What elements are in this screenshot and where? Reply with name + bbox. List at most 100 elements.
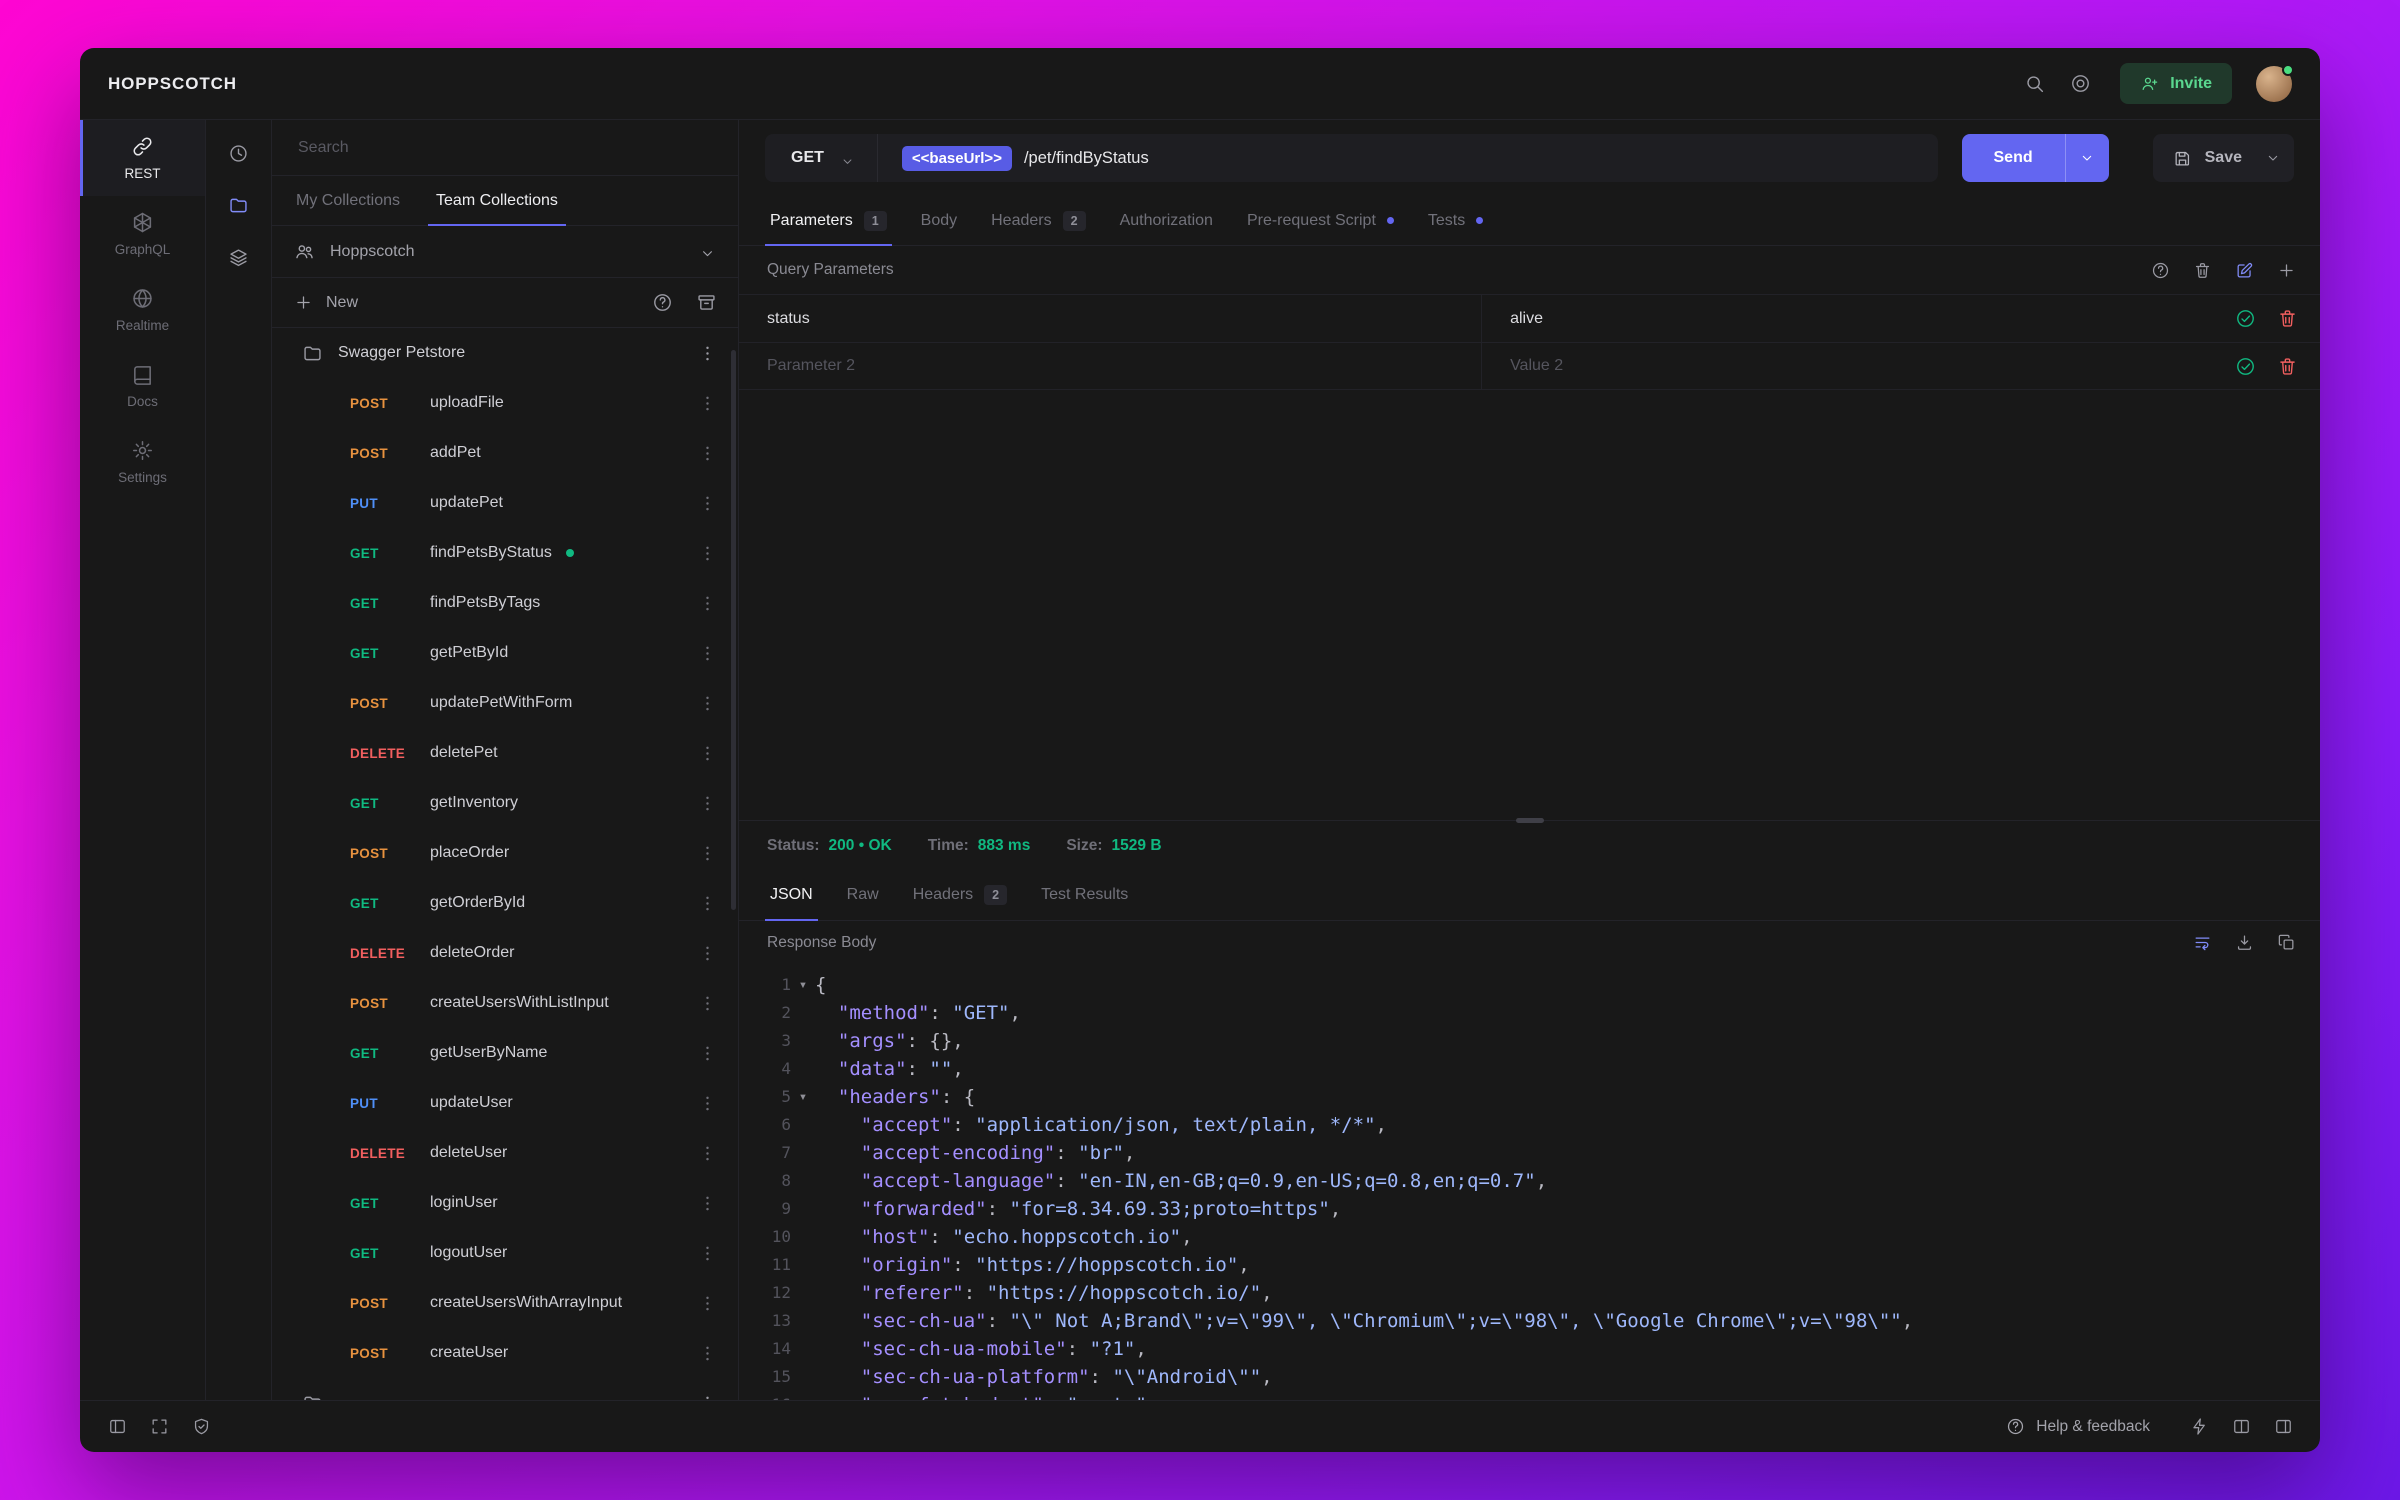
pane-resize-handle[interactable] <box>1515 817 1544 823</box>
item-options-button[interactable] <box>690 536 724 570</box>
collection-folder[interactable] <box>272 1378 738 1400</box>
item-options-button[interactable] <box>690 836 724 870</box>
item-options-button[interactable] <box>690 386 724 420</box>
help-feedback-button[interactable]: Help & feedback <box>2000 1416 2156 1437</box>
request-item[interactable]: DELETE deleteUser <box>272 1128 738 1178</box>
param-key-field[interactable]: Parameter 2 <box>739 343 1483 389</box>
download-button[interactable] <box>2226 925 2262 961</box>
collections-tab-my[interactable]: My Collections <box>278 176 418 225</box>
request-item[interactable]: GET getOrderById <box>272 878 738 928</box>
plus-button[interactable] <box>2268 252 2304 288</box>
request-item[interactable]: PUT updateUser <box>272 1078 738 1128</box>
request-item[interactable]: DELETE deleteOrder <box>272 928 738 978</box>
request-item[interactable]: POST uploadFile <box>272 378 738 428</box>
tab-body[interactable]: Body <box>904 196 974 245</box>
item-options-button[interactable] <box>690 436 724 470</box>
response-tab-test-results[interactable]: Test Results <box>1024 871 1145 920</box>
team-selector[interactable]: Hoppscotch <box>272 226 738 278</box>
support-button[interactable] <box>2060 64 2100 104</box>
save-button[interactable]: Save <box>2153 134 2252 182</box>
request-item[interactable]: POST createUsersWithArrayInput <box>272 1278 738 1328</box>
nav-item-settings[interactable]: Settings <box>80 424 205 500</box>
request-item[interactable]: PUT updatePet <box>272 478 738 528</box>
collection-folder[interactable]: Swagger Petstore <box>272 328 738 378</box>
item-options-button[interactable] <box>690 686 724 720</box>
item-options-button[interactable] <box>690 1236 724 1270</box>
invite-button[interactable]: Invite <box>2120 63 2232 104</box>
nav-item-realtime[interactable]: Realtime <box>80 272 205 348</box>
nav-item-rest[interactable]: REST <box>80 120 205 196</box>
edit-button[interactable] <box>2226 252 2262 288</box>
request-item[interactable]: DELETE deletePet <box>272 728 738 778</box>
param-delete-button[interactable] <box>2270 302 2304 336</box>
request-item[interactable]: POST createUsersWithListInput <box>272 978 738 1028</box>
method-selector[interactable]: GET <box>765 134 878 182</box>
request-item[interactable]: POST createUser <box>272 1328 738 1378</box>
collections-tab-team[interactable]: Team Collections <box>418 176 576 226</box>
item-options-button[interactable] <box>690 1386 724 1400</box>
item-options-button[interactable] <box>690 636 724 670</box>
request-item[interactable]: GET findPetsByTags <box>272 578 738 628</box>
request-item[interactable]: GET getUserByName <box>272 1028 738 1078</box>
columns-button[interactable] <box>2222 1408 2260 1446</box>
trash-button[interactable] <box>2184 252 2220 288</box>
tab-headers[interactable]: Headers 2 <box>974 196 1102 245</box>
request-item[interactable]: GET getPetById <box>272 628 738 678</box>
url-input[interactable]: <<baseUrl>> /pet/findByStatus <box>878 134 1173 182</box>
nav-item-docs[interactable]: Docs <box>80 348 205 424</box>
item-options-button[interactable] <box>690 586 724 620</box>
send-options-button[interactable] <box>2064 134 2109 182</box>
item-options-button[interactable] <box>690 886 724 920</box>
request-item[interactable]: POST updatePetWithForm <box>272 678 738 728</box>
panel-right-button[interactable] <box>2264 1408 2302 1446</box>
param-active-toggle[interactable] <box>2228 349 2262 383</box>
tab-tests[interactable]: Tests <box>1411 196 1500 245</box>
tab-parameters[interactable]: Parameters 1 <box>753 196 904 246</box>
send-button[interactable]: Send <box>1961 134 2065 182</box>
search-button[interactable] <box>2014 64 2054 104</box>
sidebar-tab-environments[interactable] <box>218 236 260 278</box>
app-logo[interactable]: HOPPSCOTCH <box>108 74 237 94</box>
param-key-field[interactable]: status <box>739 295 1483 342</box>
item-options-button[interactable] <box>690 1336 724 1370</box>
item-options-button[interactable] <box>690 1086 724 1120</box>
param-value-field[interactable]: Value 2 <box>1482 357 2228 375</box>
base-url-chip[interactable]: <<baseUrl>> <box>901 145 1012 171</box>
sidebar-tab-collections[interactable] <box>218 184 260 226</box>
sidebar-tab-history[interactable] <box>218 132 260 174</box>
shield-check-button[interactable] <box>182 1408 220 1446</box>
collections-scrollbar[interactable] <box>731 350 736 910</box>
save-options-button[interactable] <box>2252 134 2294 182</box>
response-tab-raw[interactable]: Raw <box>830 871 896 920</box>
item-options-button[interactable] <box>690 1136 724 1170</box>
request-item[interactable]: GET loginUser <box>272 1178 738 1228</box>
help-button[interactable] <box>642 283 682 323</box>
item-options-button[interactable] <box>690 336 724 370</box>
item-options-button[interactable] <box>690 786 724 820</box>
request-item[interactable]: GET getInventory <box>272 778 738 828</box>
item-options-button[interactable] <box>690 1186 724 1220</box>
request-item[interactable]: POST placeOrder <box>272 828 738 878</box>
item-options-button[interactable] <box>690 1286 724 1320</box>
collections-search-input[interactable] <box>296 137 714 158</box>
item-options-button[interactable] <box>690 1036 724 1070</box>
response-tab-headers[interactable]: Headers 2 <box>896 871 1024 920</box>
param-value-field[interactable]: alive <box>1482 310 2228 328</box>
item-options-button[interactable] <box>690 736 724 770</box>
fold-caret-icon[interactable]: ▾ <box>791 1083 815 1111</box>
nav-item-graphql[interactable]: GraphQL <box>80 196 205 272</box>
zap-button[interactable] <box>2180 1408 2218 1446</box>
help-button[interactable] <box>2142 252 2178 288</box>
expand-button[interactable] <box>140 1408 178 1446</box>
item-options-button[interactable] <box>690 486 724 520</box>
fold-caret-icon[interactable]: ▾ <box>791 971 815 999</box>
new-collection-button[interactable]: New <box>294 293 358 312</box>
item-options-button[interactable] <box>690 986 724 1020</box>
response-tab-json[interactable]: JSON <box>753 871 830 921</box>
request-item[interactable]: GET logoutUser <box>272 1228 738 1278</box>
request-item[interactable]: GET findPetsByStatus <box>272 528 738 578</box>
copy-button[interactable] <box>2268 925 2304 961</box>
item-options-button[interactable] <box>690 936 724 970</box>
tab-pre-request-script[interactable]: Pre-request Script <box>1230 196 1411 245</box>
archive-button[interactable] <box>686 283 726 323</box>
